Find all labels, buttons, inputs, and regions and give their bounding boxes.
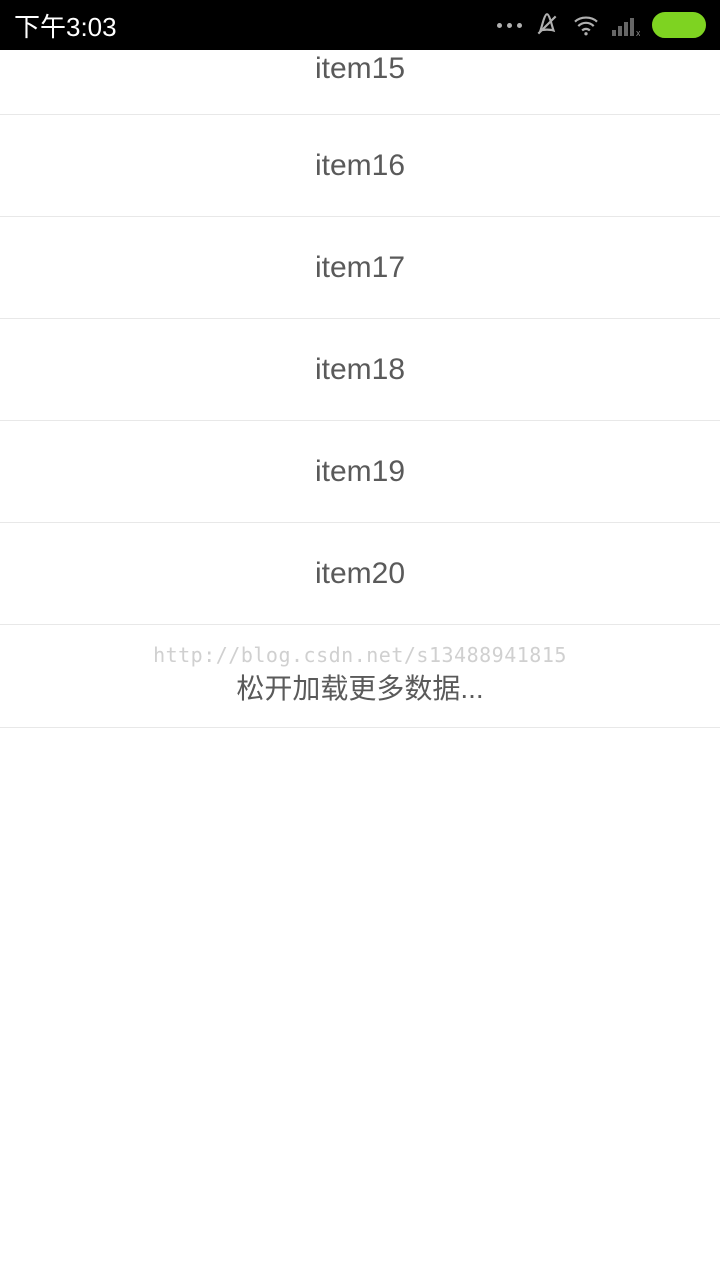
list-item[interactable]: item19 [0,421,720,523]
list-item[interactable]: item16 [0,115,720,217]
list-item-label: item20 [315,557,405,591]
list-item[interactable]: item18 [0,319,720,421]
status-time: 下午3:03 [14,7,117,44]
list-item[interactable]: item15 [0,50,720,115]
list-item[interactable]: item20 [0,523,720,625]
load-more-label: 松开加载更多数据... [236,667,483,707]
list-view[interactable]: item15 item16 item17 item18 item19 item2… [0,50,720,728]
list-item-label: item19 [315,455,405,489]
signal-icon: x [612,14,640,36]
svg-text:x: x [636,28,640,36]
list-item-label: item16 [315,149,405,183]
list-item[interactable]: item17 [0,217,720,319]
wifi-icon [572,14,600,36]
status-bar: 下午3:03 x [0,0,720,50]
battery-icon [652,12,706,38]
list-item-label: item15 [315,52,405,86]
more-dots-icon [497,23,522,28]
list-item-label: item17 [315,251,405,285]
watermark-text: http://blog.csdn.net/s13488941815 [153,643,567,667]
status-icons: x [497,12,706,38]
load-more-footer[interactable]: http://blog.csdn.net/s13488941815 松开加载更多… [0,625,720,728]
list-item-label: item18 [315,353,405,387]
mute-icon [534,12,560,38]
